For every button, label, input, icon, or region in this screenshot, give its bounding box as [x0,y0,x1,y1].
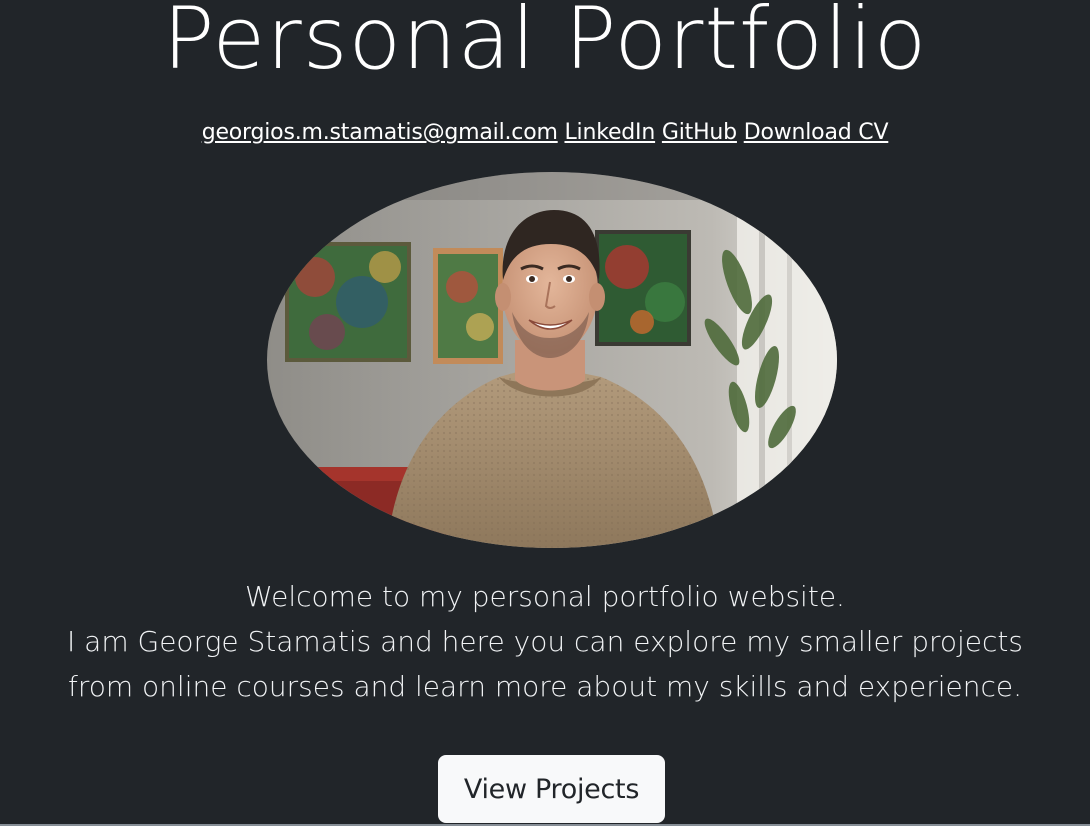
intro-line-1: Welcome to my personal portfolio website… [245,580,845,613]
intro-line-3: from online courses and learn more about… [67,670,1023,703]
linkedin-link[interactable]: LinkedIn [564,120,655,145]
intro-text: Welcome to my personal portfolio website… [0,574,1090,709]
contact-links: georgios.m.stamatis@gmail.com LinkedIn G… [0,118,1090,148]
portrait-illustration [267,172,837,548]
intro-line-2: I am George Stamatis and here you can ex… [67,625,1023,658]
download-cv-link[interactable]: Download CV [744,120,889,145]
hero-section: Personal Portfolio georgios.m.stamatis@g… [0,0,1090,826]
github-link[interactable]: GitHub [662,120,737,145]
profile-photo [267,172,837,548]
page-title: Personal Portfolio [162,0,928,89]
email-link[interactable]: georgios.m.stamatis@gmail.com [202,120,558,145]
view-projects-button[interactable]: View Projects [438,755,665,823]
